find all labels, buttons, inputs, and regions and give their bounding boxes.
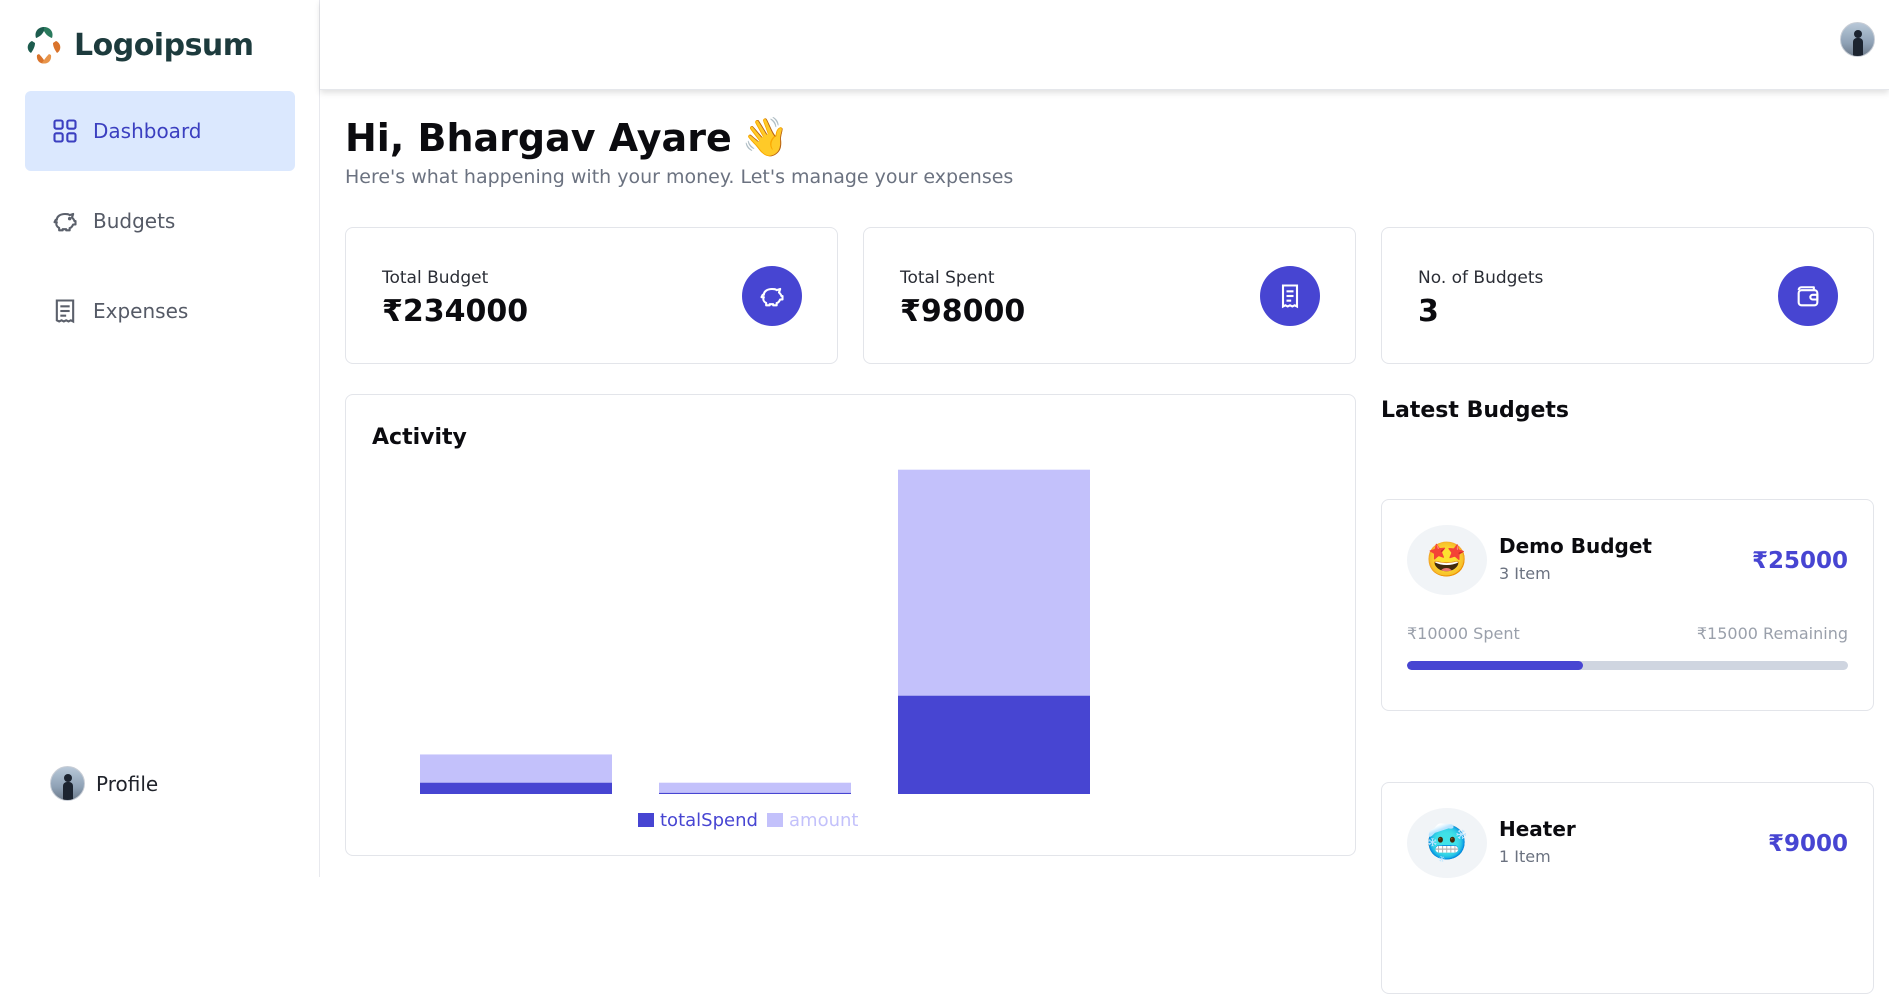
waving-hand-icon: 👋: [741, 115, 790, 159]
greeting-text: Hi, Bhargav Ayare: [345, 115, 732, 160]
bar-amount-2[interactable]: [898, 469, 1090, 696]
stat-label: No. of Budgets: [1418, 268, 1544, 288]
sidebar-item-expenses[interactable]: Expenses: [25, 271, 295, 351]
brand-name: Logoipsum: [74, 27, 254, 63]
piggy-bank-icon: [742, 266, 802, 326]
user-avatar[interactable]: [1840, 22, 1875, 57]
activity-chart-card: Activity totalSpend amount: [345, 394, 1356, 856]
budget-spent: ₹10000 Spent: [1407, 624, 1520, 643]
bar-amount-0[interactable]: [420, 754, 612, 783]
sidebar-item-budgets[interactable]: Budgets: [25, 181, 295, 261]
budget-item-count: 3 Item: [1499, 564, 1551, 583]
sidebar-item-label: Expenses: [93, 299, 189, 323]
stat-label: Total Spent: [900, 268, 995, 288]
legend-swatch-totalSpend: [638, 813, 654, 827]
legend-label-amount[interactable]: amount: [789, 810, 858, 831]
wallet-icon: [1778, 266, 1838, 326]
budget-remaining: ₹15000 Remaining: [1696, 624, 1848, 643]
avatar: [50, 766, 85, 801]
sidebar: Logoipsum Dashboard Budgets Expenses Pro…: [0, 0, 320, 877]
budget-name: Heater: [1499, 817, 1576, 841]
budget-item-count: 1 Item: [1499, 847, 1551, 866]
top-bar: [320, 0, 1889, 90]
stat-card-total-budget: Total Budget ₹234000: [345, 227, 838, 364]
sidebar-item-label: Dashboard: [93, 119, 202, 143]
legend-label-totalSpend[interactable]: totalSpend: [660, 810, 758, 831]
legend-swatch-amount: [767, 813, 783, 827]
activity-chart: totalSpend amount: [420, 469, 1090, 831]
stat-value: ₹98000: [900, 294, 1026, 329]
profile-label: Profile: [96, 771, 159, 796]
stat-value: ₹234000: [382, 294, 529, 329]
bar-totalspend-0[interactable]: [420, 782, 612, 794]
budget-name: Demo Budget: [1499, 534, 1652, 558]
budget-amount: ₹25000: [1751, 548, 1848, 574]
budget-card-demo-budget[interactable]: 🤩 Demo Budget 3 Item ₹25000 ₹10000 Spent…: [1381, 499, 1874, 711]
sidebar-item-label: Budgets: [93, 209, 176, 233]
cold-face-icon: 🥶: [1407, 808, 1487, 878]
logo-mark-icon: [27, 27, 61, 64]
budget-progress-track: [1407, 661, 1848, 670]
bar-totalspend-2[interactable]: [898, 695, 1090, 794]
budget-card-heater[interactable]: 🥶 Heater 1 Item ₹9000: [1381, 782, 1874, 994]
stat-label: Total Budget: [382, 268, 489, 288]
receipt-icon: [55, 299, 75, 324]
bar-totalspend-1[interactable]: [659, 792, 851, 794]
stat-value: 3: [1418, 294, 1439, 329]
budget-amount: ₹9000: [1767, 831, 1848, 857]
star-struck-icon: 🤩: [1407, 525, 1487, 595]
budget-progress-fill: [1407, 661, 1584, 670]
stat-card-no-of-budgets: No. of Budgets 3: [1381, 227, 1874, 364]
profile-link[interactable]: Profile: [50, 766, 158, 801]
brand-logo[interactable]: Logoipsum: [24, 22, 254, 68]
dashboard-grid-icon: [53, 119, 77, 143]
sidebar-item-dashboard[interactable]: Dashboard: [25, 91, 295, 171]
stat-card-total-spent: Total Spent ₹98000: [863, 227, 1356, 364]
piggy-bank-icon: [53, 212, 77, 232]
page-subtitle: Here's what happening with your money. L…: [345, 166, 1014, 188]
bar-amount-1[interactable]: [659, 782, 851, 793]
receipt-icon: [1260, 266, 1320, 326]
page-title: Hi, Bhargav Ayare 👋: [345, 115, 789, 160]
latest-budgets-title: Latest Budgets: [1381, 398, 1570, 423]
